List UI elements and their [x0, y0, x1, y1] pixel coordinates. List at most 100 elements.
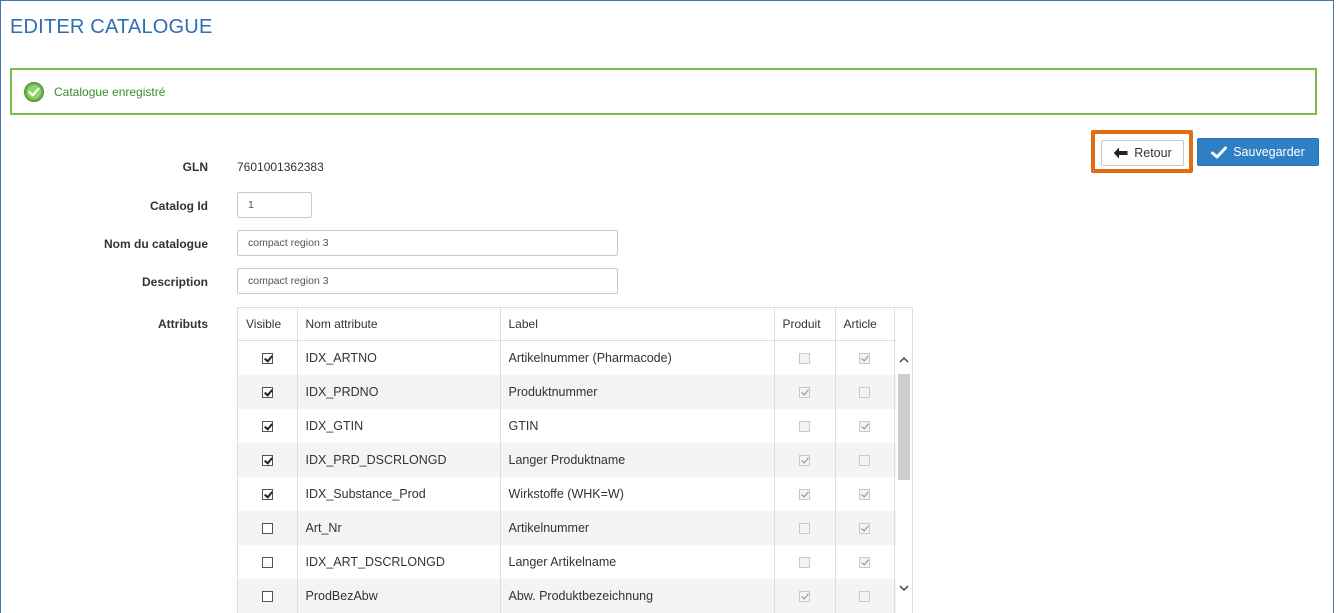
produit-cell [774, 443, 836, 477]
article-cell [835, 375, 895, 409]
produit-checkbox [799, 557, 810, 569]
catalog-id-label: Catalog Id [149, 199, 208, 213]
article-cell [835, 340, 895, 375]
table-row: IDX_PRD_DSCRLONGD Langer Produktname [238, 443, 912, 477]
gln-label: GLN [182, 160, 208, 174]
visible-checkbox[interactable] [261, 557, 273, 569]
produit-checkbox [799, 489, 810, 501]
table-row: Art_Nr Artikelnummer [238, 511, 912, 545]
produit-cell [774, 477, 836, 511]
gln-value: 7601001362383 [237, 160, 324, 174]
article-checkbox [859, 557, 870, 569]
chevron-down-icon[interactable] [896, 580, 912, 596]
success-alert: Catalogue enregistré [10, 68, 1317, 115]
article-checkbox [859, 591, 870, 603]
produit-cell [774, 375, 836, 409]
article-cell [835, 477, 895, 511]
article-checkbox [859, 353, 870, 365]
article-cell [835, 443, 895, 477]
attribute-label-cell: Abw. Produktbezeichnung [500, 579, 775, 613]
produit-cell [774, 340, 836, 375]
table-row: ProdBezAbw Abw. Produktbezeichnung [238, 579, 912, 613]
visible-checkbox[interactable] [261, 489, 273, 501]
visible-cell [238, 579, 298, 613]
attribute-label-cell: Artikelnummer [500, 511, 775, 545]
description-field[interactable]: compact region 3 [237, 268, 618, 294]
attribute-name-cell: IDX_ARTNO [297, 340, 501, 375]
description-label: Description [141, 275, 208, 289]
visible-cell [238, 545, 298, 579]
article-checkbox [859, 455, 870, 467]
attribute-name-cell: ProdBezAbw [297, 579, 501, 613]
produit-cell [774, 511, 836, 545]
attribute-label-cell: GTIN [500, 409, 775, 443]
visible-cell [238, 340, 298, 375]
table-scrollbar[interactable] [896, 340, 912, 613]
attribute-label-cell: Langer Produktname [500, 443, 775, 477]
table-row: IDX_ARTNO Artikelnummer (Pharmacode) [238, 340, 912, 375]
visible-checkbox[interactable] [261, 591, 273, 603]
attribute-name-cell: IDX_PRDNO [297, 375, 501, 409]
attribute-name-cell: IDX_GTIN [297, 409, 501, 443]
produit-checkbox [799, 591, 810, 603]
retour-button[interactable]: Retour [1101, 140, 1184, 166]
produit-cell [774, 545, 836, 579]
column-header-label[interactable]: Label [500, 308, 775, 341]
produit-checkbox [799, 353, 810, 365]
attribute-label-cell: Produktnummer [500, 375, 775, 409]
catalog-id-field[interactable]: 1 [237, 192, 312, 218]
visible-cell [238, 409, 298, 443]
visible-checkbox[interactable] [261, 523, 273, 535]
visible-cell [238, 477, 298, 511]
article-checkbox [859, 523, 870, 535]
attribute-label-cell: Langer Artikelname [500, 545, 775, 579]
column-header-produit[interactable]: Produit [774, 308, 836, 341]
column-header-article[interactable]: Article [835, 308, 895, 341]
visible-checkbox[interactable] [261, 387, 273, 399]
produit-cell [774, 579, 836, 613]
attributes-table: Visible Nom attribute Label Produit Arti… [237, 307, 913, 613]
attribute-name-cell: IDX_Substance_Prod [297, 477, 501, 511]
column-header-visible[interactable]: Visible [238, 308, 298, 341]
visible-checkbox[interactable] [261, 455, 273, 467]
visible-cell [238, 375, 298, 409]
produit-cell [774, 409, 836, 443]
page-title: EDITER CATALOGUE [10, 16, 213, 38]
produit-checkbox [799, 523, 810, 535]
catalog-name-field[interactable]: compact region 3 [237, 230, 618, 256]
visible-cell [238, 443, 298, 477]
attribute-label-cell: Artikelnummer (Pharmacode) [500, 340, 775, 375]
check-circle-icon [24, 81, 44, 102]
scrollbar-thumb[interactable] [898, 374, 910, 480]
attribute-name-cell: IDX_ART_DSCRLONGD [297, 545, 501, 579]
article-checkbox [859, 489, 870, 501]
article-cell [835, 409, 895, 443]
chevron-up-icon[interactable] [896, 352, 912, 368]
produit-checkbox [799, 387, 810, 399]
column-header-name[interactable]: Nom attribute [297, 308, 501, 341]
produit-checkbox [799, 421, 810, 433]
article-cell [835, 511, 895, 545]
visible-checkbox[interactable] [261, 421, 273, 433]
table-row: IDX_Substance_Prod Wirkstoffe (WHK=W) [238, 477, 912, 511]
visible-checkbox[interactable] [261, 353, 273, 365]
table-row: IDX_PRDNO Produktnummer [238, 375, 912, 409]
article-cell [835, 545, 895, 579]
attribute-label-cell: Wirkstoffe (WHK=W) [500, 477, 775, 511]
save-button[interactable]: Sauvegarder [1197, 138, 1319, 166]
attribute-name-cell: IDX_PRD_DSCRLONGD [297, 443, 501, 477]
visible-cell [238, 511, 298, 545]
success-message: Catalogue enregistré [54, 84, 166, 99]
table-row: IDX_ART_DSCRLONGD Langer Artikelname [238, 545, 912, 579]
attributes-label: Attributs [158, 317, 208, 331]
table-row: IDX_GTIN GTIN [238, 409, 912, 443]
retour-label: Retour [1134, 146, 1172, 160]
article-checkbox [859, 387, 870, 399]
attribute-name-cell: Art_Nr [297, 511, 501, 545]
article-cell [835, 579, 895, 613]
produit-checkbox [799, 455, 810, 467]
arrow-left-icon [1114, 147, 1128, 159]
catalog-name-label: Nom du catalogue [103, 237, 208, 251]
checkmark-icon [1211, 146, 1228, 158]
column-header-spacer [894, 308, 912, 341]
